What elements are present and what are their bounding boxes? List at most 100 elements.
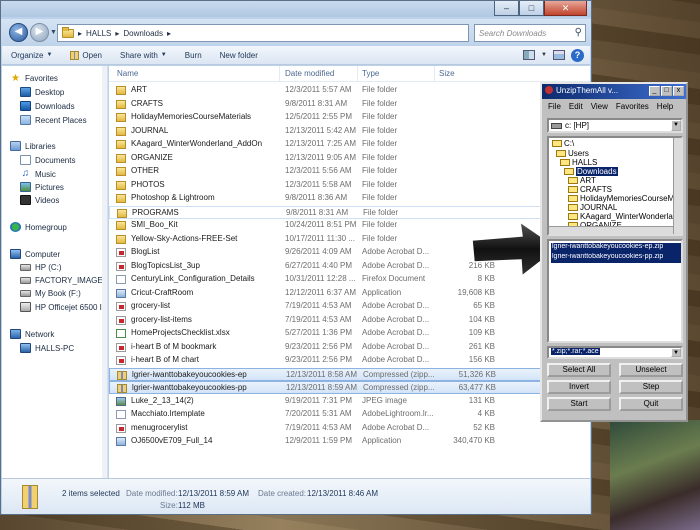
search-input[interactable]: Search Downloads ⚲	[474, 24, 586, 42]
nav-recent-places[interactable]: Recent Places	[20, 115, 87, 125]
tree-item[interactable]: ART	[568, 176, 596, 185]
select-all-button[interactable]: Select All	[547, 363, 611, 377]
file-row[interactable]: JOURNAL 12/13/2011 5:42 AM File folder	[109, 125, 590, 138]
nav-scrollbar[interactable]	[102, 66, 107, 478]
tree-vertical-scrollbar[interactable]	[673, 138, 681, 234]
minimize-button[interactable]: –	[494, 1, 519, 16]
step-button[interactable]: Step	[619, 380, 683, 394]
breadcrumb-downloads[interactable]: Downloads	[123, 29, 163, 38]
minimize-button[interactable]: _	[649, 86, 660, 96]
column-divider[interactable]	[357, 66, 358, 82]
file-row[interactable]: i-heart B of M bookmark 9/23/2011 2:56 PM…	[109, 341, 590, 354]
chevron-down-icon[interactable]: ▼	[671, 348, 681, 357]
new-folder-button[interactable]: New folder	[211, 51, 267, 60]
tree-item[interactable]: HALLS	[560, 158, 597, 167]
file-row[interactable]: lgrier-iwanttobakeyoucookies-pp 12/13/201…	[109, 381, 590, 394]
unzip-titlebar[interactable]: UnzipThemAll v... _ □ x	[542, 84, 686, 99]
chevron-down-icon[interactable]: ▼	[671, 120, 681, 131]
change-view-icon[interactable]	[523, 50, 536, 60]
share-with-button[interactable]: Share with ▼	[111, 51, 176, 60]
file-row[interactable]: Cricut-CraftRoom 12/12/2011 6:37 AM Applic…	[109, 287, 590, 300]
maximize-button[interactable]: □	[519, 1, 544, 16]
nav-halls-pc[interactable]: HALLS-PC	[20, 343, 74, 353]
file-row[interactable]: PHOTOS 12/3/2011 5:58 AM File folder	[109, 179, 590, 192]
file-row[interactable]: HolidayMemoriesCourseMaterials 12/5/2011 …	[109, 111, 590, 124]
nav-drive-c[interactable]: HP (C:)	[20, 263, 62, 272]
close-button[interactable]: ✕	[544, 1, 587, 16]
file-row[interactable]: ART 12/3/2011 5:57 AM File folder	[109, 84, 590, 97]
explorer-titlebar[interactable]: – □ ✕	[1, 1, 591, 17]
chevron-down-icon[interactable]: ▼	[541, 52, 547, 58]
file-row[interactable]: Photoshop & Lightroom 9/8/2011 8:36 AM Fil…	[109, 192, 590, 205]
nav-network[interactable]: Network	[10, 329, 54, 339]
menu-file[interactable]: File	[548, 102, 561, 115]
nav-drive-f[interactable]: My Book (F:)	[20, 289, 81, 298]
file-row[interactable]: OTHER 12/3/2011 5:56 AM File folder	[109, 165, 590, 178]
start-button[interactable]: Start	[547, 397, 611, 411]
invert-button[interactable]: Invert	[547, 380, 611, 394]
tree-horizontal-scrollbar[interactable]	[549, 226, 673, 234]
burn-button[interactable]: Burn	[176, 51, 211, 60]
close-button[interactable]: x	[673, 86, 684, 96]
archive-item[interactable]: lgrier-iwanttobakeyoucookies-pp.zip	[551, 253, 681, 263]
file-row[interactable]: PROGRAMS 9/8/2011 8:31 AM File folder	[109, 205, 590, 219]
maximize-button[interactable]: □	[661, 86, 672, 96]
tree-item[interactable]: KAagard_WinterWonderland_AddO	[568, 212, 681, 221]
nav-libraries[interactable]: Libraries	[10, 141, 56, 151]
quit-button[interactable]: Quit	[619, 397, 683, 411]
menu-edit[interactable]: Edit	[569, 102, 583, 115]
file-row[interactable]: grocery-list 7/19/2011 4:53 AM Adobe Acrob…	[109, 300, 590, 313]
file-row[interactable]: i-heart B of M chart 9/23/2011 2:56 PM Ado…	[109, 354, 590, 367]
file-row[interactable]: Luke_2_13_14(2) 9/19/2011 7:31 PM JPEG ima…	[109, 395, 590, 408]
nav-downloads[interactable]: Downloads	[20, 101, 75, 111]
archive-item[interactable]: lgrier-iwanttobakeyoucookies-ep.zip	[551, 243, 681, 253]
column-date-modified[interactable]: Date modified	[285, 69, 334, 78]
file-row[interactable]: HomeProjectsChecklist.xlsx 5/27/2011 1:36…	[109, 327, 590, 340]
file-row[interactable]: CRAFTS 9/8/2011 8:31 AM File folder	[109, 98, 590, 111]
nav-desktop[interactable]: Desktop	[20, 87, 64, 97]
address-bar[interactable]: ▸ HALLS ▸ Downloads ▸ ▼ ↻	[57, 24, 523, 42]
nav-videos[interactable]: Videos	[20, 195, 59, 205]
file-row[interactable]: lgrier-iwanttobakeyoucookies-ep 12/13/201…	[109, 367, 590, 381]
file-row[interactable]: Macchiato.lrtemplate 7/20/2011 5:31 AM Ado…	[109, 408, 590, 421]
file-row[interactable]: ORGANIZE 12/13/2011 9:05 AM File folder	[109, 152, 590, 165]
open-button[interactable]: Open	[61, 50, 111, 60]
nav-documents[interactable]: Documents	[20, 155, 75, 165]
nav-printer[interactable]: HP Officejet 6500 I	[20, 302, 102, 312]
file-row[interactable]: KAagard_WinterWonderland_AddOn 12/13/2011…	[109, 138, 590, 151]
tree-item[interactable]: C:\	[552, 139, 574, 148]
nav-computer[interactable]: Computer	[10, 249, 60, 259]
search-icon[interactable]: ⚲	[575, 27, 582, 38]
menu-view[interactable]: View	[591, 102, 608, 115]
tree-item-selected[interactable]: Downloads	[564, 167, 618, 176]
column-size[interactable]: Size	[439, 69, 455, 78]
menu-favorites[interactable]: Favorites	[616, 102, 649, 115]
forward-button[interactable]: ▶	[30, 23, 49, 42]
tree-item[interactable]: HolidayMemoriesCourseMaterials	[568, 194, 681, 203]
preview-pane-icon[interactable]	[553, 50, 565, 60]
help-icon[interactable]: ?	[571, 48, 584, 62]
nav-favorites[interactable]: ★ Favorites	[10, 73, 58, 84]
unselect-button[interactable]: Unselect	[619, 363, 683, 377]
nav-homegroup[interactable]: Homegroup	[10, 222, 67, 232]
tree-item[interactable]: JOURNAL	[568, 203, 617, 212]
breadcrumb-halls[interactable]: HALLS	[86, 29, 111, 38]
column-type[interactable]: Type	[362, 69, 379, 78]
back-button[interactable]: ◀	[9, 23, 28, 42]
nav-pictures[interactable]: Pictures	[20, 182, 64, 192]
column-divider[interactable]	[279, 66, 280, 82]
tree-item[interactable]: Users	[556, 149, 589, 158]
organize-button[interactable]: Organize ▼	[2, 51, 61, 60]
file-row[interactable]: OJ6500vE709_Full_14 12/9/2011 1:59 PM Appl…	[109, 435, 590, 448]
column-divider[interactable]	[434, 66, 435, 82]
tree-item[interactable]: CRAFTS	[568, 185, 612, 194]
menu-help[interactable]: Help	[657, 102, 673, 115]
file-row[interactable]: menugrocerylist 7/19/2011 4:53 AM Adobe Ac…	[109, 422, 590, 435]
recent-pages-dropdown[interactable]: ▼	[50, 29, 57, 36]
file-filter-select[interactable]: *.zip;*.rar;*.ace ▼	[547, 346, 683, 359]
nav-music[interactable]: ♫ Music	[20, 169, 56, 179]
drive-select[interactable]: c: [HP] ▼	[547, 118, 683, 133]
file-row[interactable]: grocery-list-items 7/19/2011 4:53 AM Adobe…	[109, 314, 590, 327]
column-name[interactable]: Name	[117, 69, 138, 78]
nav-drive-factory[interactable]: FACTORY_IMAGE	[20, 276, 103, 285]
